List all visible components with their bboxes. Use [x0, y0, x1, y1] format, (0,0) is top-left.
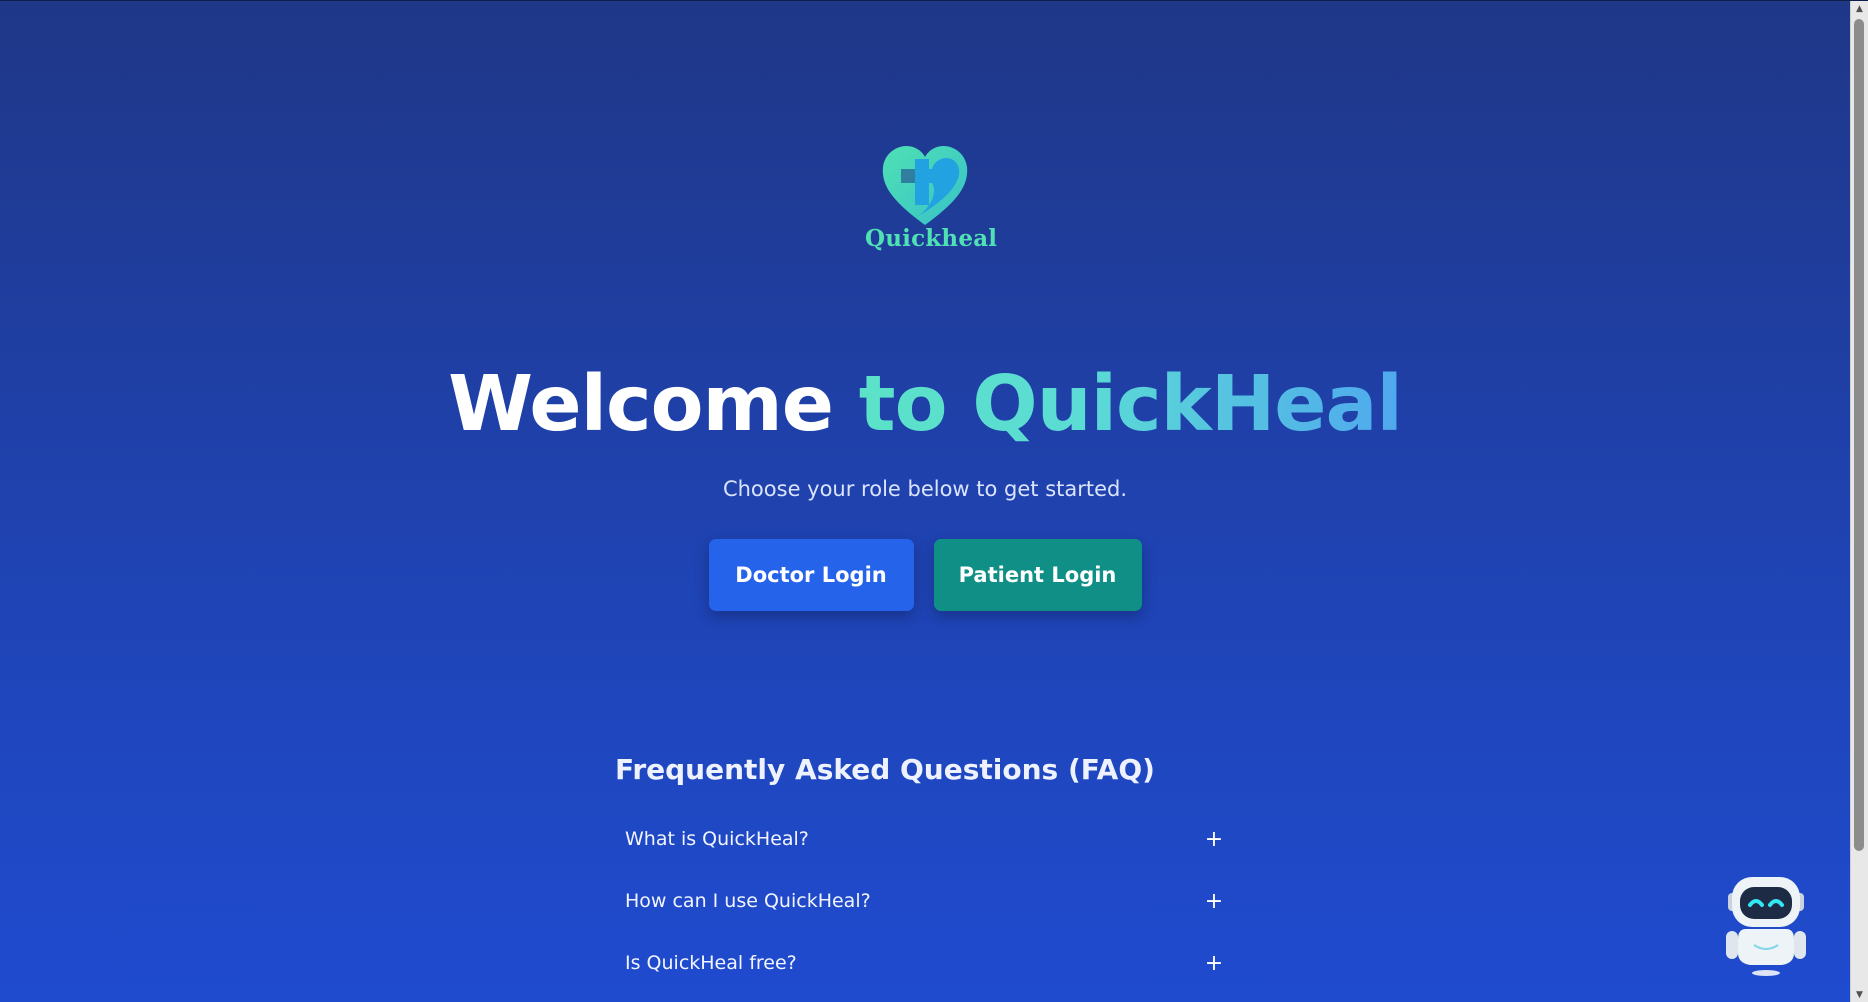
chatbot-button[interactable] — [1724, 867, 1808, 977]
plus-icon[interactable]: + — [1203, 951, 1225, 976]
faq-title: Frequently Asked Questions (FAQ) — [615, 753, 1155, 786]
plus-icon[interactable]: + — [1203, 889, 1225, 914]
landing-page: Quickheal Welcome to QuickHeal Choose yo… — [0, 0, 1868, 1002]
scroll-up-icon[interactable]: ▲ — [1851, 1, 1868, 17]
main-viewport: Quickheal Welcome to QuickHeal Choose yo… — [0, 1, 1850, 1002]
faq-question: What is QuickHeal? — [625, 828, 809, 850]
faq-item-how-to-use[interactable]: How can I use QuickHeal? + — [615, 870, 1235, 932]
faq-section: Frequently Asked Questions (FAQ) What is… — [615, 753, 1235, 994]
title-welcome: Welcome — [448, 360, 834, 449]
title-brand: to QuickHeal — [858, 360, 1403, 449]
logo-wordmark: Quickheal — [865, 225, 998, 252]
patient-login-button[interactable]: Patient Login — [933, 539, 1142, 611]
faq-question: Is QuickHeal free? — [625, 952, 797, 974]
robot-icon — [1726, 877, 1806, 976]
page-subtitle: Choose your role below to get started. — [722, 477, 1128, 501]
vertical-scrollbar[interactable]: ▲ ▼ — [1850, 1, 1868, 1002]
scroll-thumb[interactable] — [1854, 19, 1864, 851]
quickheal-logo[interactable]: Quickheal — [865, 141, 998, 252]
heart-cross-icon — [882, 145, 968, 225]
page-title: Welcome to QuickHeal — [0, 359, 1850, 451]
role-buttons: Doctor Login Patient Login — [0, 539, 1850, 611]
faq-question: How can I use QuickHeal? — [625, 890, 871, 912]
plus-icon[interactable]: + — [1203, 827, 1225, 852]
doctor-login-button[interactable]: Doctor Login — [708, 539, 914, 611]
scroll-down-icon[interactable]: ▼ — [1851, 987, 1868, 1002]
faq-item-what-is[interactable]: What is QuickHeal? + — [615, 808, 1235, 870]
faq-item-is-free[interactable]: Is QuickHeal free? + — [615, 932, 1235, 994]
